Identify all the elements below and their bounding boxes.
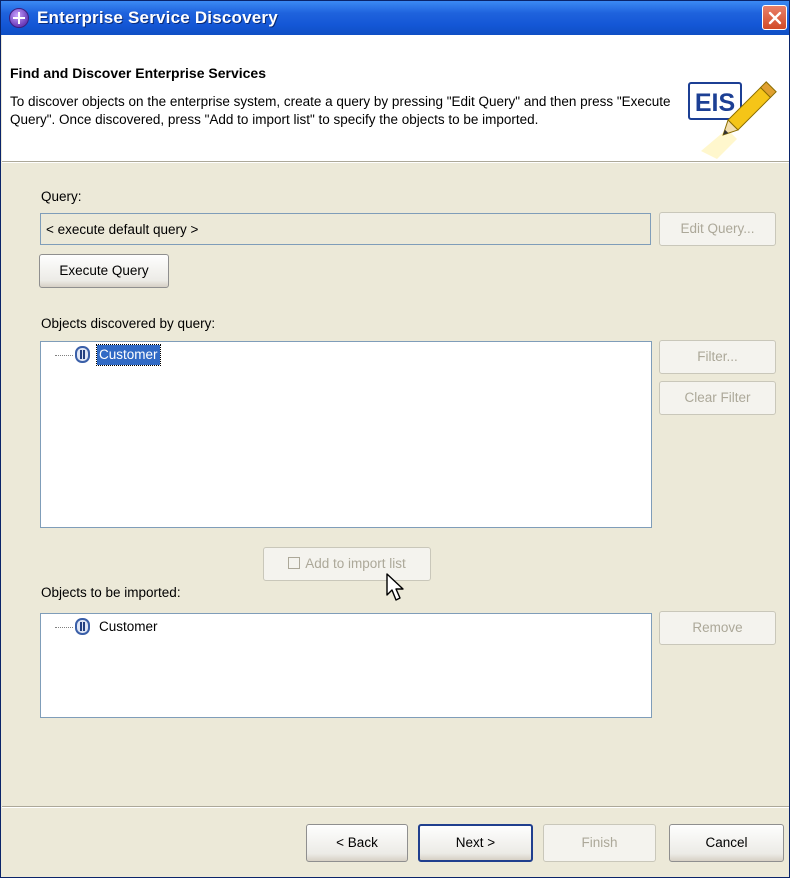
tree-connector <box>55 627 73 628</box>
close-button[interactable] <box>762 5 787 30</box>
eis-pencil-icon: EIS <box>688 81 777 159</box>
close-icon <box>768 11 782 25</box>
business-object-icon <box>75 346 90 363</box>
dialog-window: Enterprise Service Discovery Find and Di… <box>0 0 790 878</box>
page-title: Find and Discover Enterprise Services <box>10 65 266 81</box>
imported-objects-list[interactable]: Customer <box>40 613 652 718</box>
window-title: Enterprise Service Discovery <box>37 8 278 27</box>
filter-button[interactable]: Filter... <box>659 340 776 374</box>
title-bar[interactable]: Enterprise Service Discovery <box>1 1 789 35</box>
back-button[interactable]: < Back <box>306 824 408 862</box>
checkbox-icon <box>288 557 301 570</box>
business-object-icon <box>75 618 90 635</box>
add-button-label: Add to import list <box>305 556 406 571</box>
footer-divider-highlight <box>2 807 789 808</box>
edit-query-button[interactable]: Edit Query... <box>659 212 776 246</box>
query-label: Query: <box>41 189 82 204</box>
list-item-label: Customer <box>99 619 158 634</box>
finish-button[interactable]: Finish <box>543 824 656 862</box>
list-item-label: Customer <box>96 344 161 366</box>
page-description: To discover objects on the enterprise sy… <box>10 94 671 127</box>
execute-query-button[interactable]: Execute Query <box>39 254 169 288</box>
imported-label: Objects to be imported: <box>41 585 181 600</box>
mouse-cursor-icon <box>386 573 404 601</box>
header-divider-highlight <box>2 162 789 163</box>
cancel-button[interactable]: Cancel <box>669 824 784 862</box>
eis-logo-text: EIS <box>695 89 735 117</box>
remove-button[interactable]: Remove <box>659 611 776 645</box>
discovered-objects-list[interactable]: Customer <box>40 341 652 528</box>
tree-connector <box>55 355 73 356</box>
app-icon <box>9 8 29 28</box>
discovered-label: Objects discovered by query: <box>41 316 216 331</box>
clear-filter-button[interactable]: Clear Filter <box>659 381 776 415</box>
query-field: < execute default query > <box>40 213 651 245</box>
next-button[interactable]: Next > <box>418 824 533 862</box>
